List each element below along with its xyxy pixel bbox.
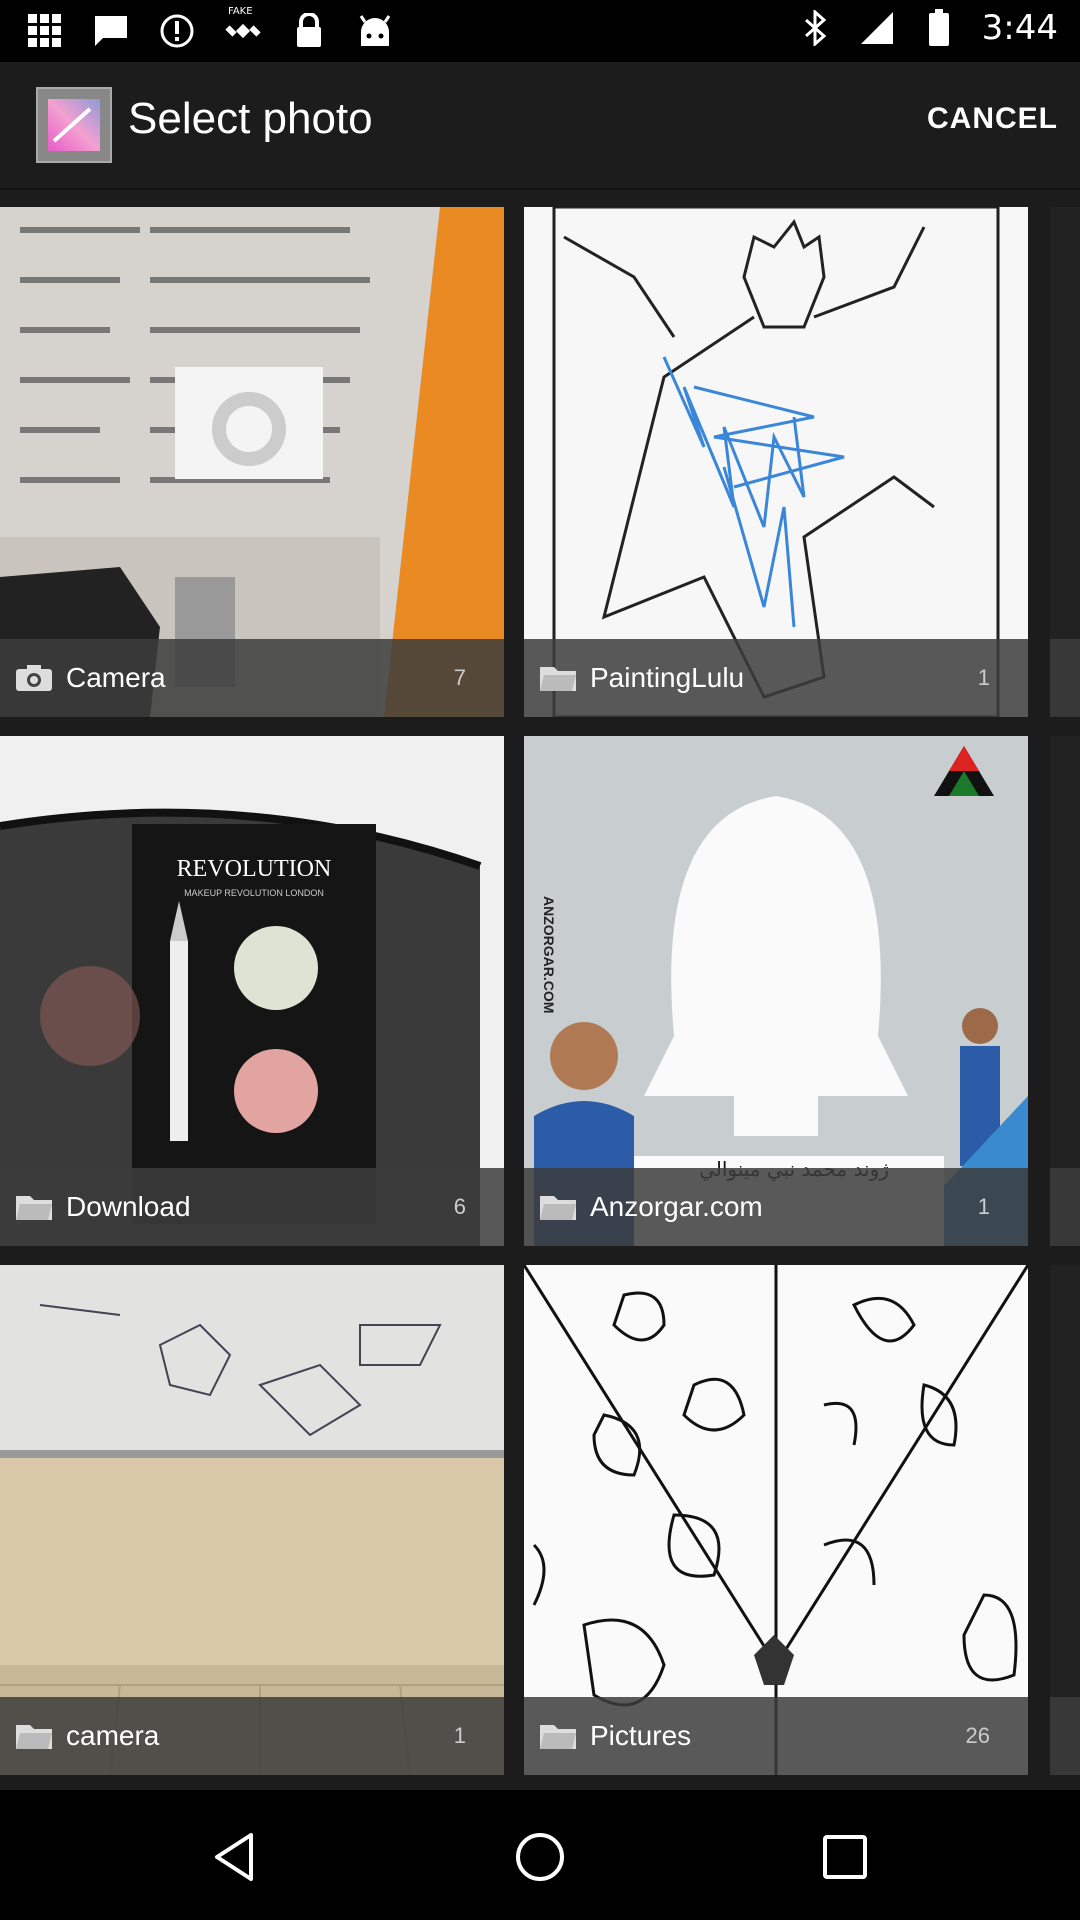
album-tile-anzorgar[interactable]: ANZORGAR.COM ژوند محمد نبي مينوالي Anzor… <box>524 736 1028 1246</box>
lock-icon <box>290 12 328 50</box>
album-label: Anzorgar.com 1 <box>524 1168 1028 1246</box>
album-tile-pictures[interactable]: Pictures 26 <box>524 1265 1028 1775</box>
album-tile-partial[interactable] <box>1050 1265 1080 1775</box>
album-name: Anzorgar.com <box>590 1191 763 1222</box>
album-tile-paintinglulu[interactable]: PaintingLulu 1 <box>524 207 1028 717</box>
album-tile-camera[interactable]: Camera 7 <box>0 207 504 717</box>
album-count: 1 <box>453 1723 466 1748</box>
clock: 3:44 <box>981 8 1058 48</box>
brand-subtext: MAKEUP REVOLUTION LONDON <box>184 888 324 898</box>
signal-icon <box>858 9 896 47</box>
side-text: ANZORGAR.COM <box>541 896 557 1013</box>
album-label: camera 1 <box>0 1697 504 1775</box>
home-icon <box>516 1833 564 1881</box>
status-bar: FAKE 3:44 <box>0 0 1080 62</box>
album-label: Pictures 26 <box>524 1697 1028 1775</box>
app-bar: Select photo CANCEL <box>0 62 1080 188</box>
album-name: Camera <box>66 662 166 693</box>
album-name: PaintingLulu <box>590 662 745 693</box>
folder-icon <box>16 1196 52 1220</box>
divider <box>0 188 1080 190</box>
album-tile-partial[interactable] <box>1050 207 1080 717</box>
album-count: 1 <box>977 1194 990 1219</box>
album-count: 26 <box>965 1723 990 1748</box>
album-label: Camera 7 <box>0 639 504 717</box>
satellite-badge: FAKE <box>228 6 253 17</box>
album-tile-camera-lowercase[interactable]: camera 1 <box>0 1265 504 1775</box>
back-icon <box>215 1833 253 1881</box>
recents-button[interactable] <box>800 1812 890 1902</box>
album-count: 7 <box>453 665 466 690</box>
album-label: PaintingLulu 1 <box>524 639 1028 717</box>
bluetooth-icon <box>796 9 834 47</box>
album-count: 1 <box>977 665 990 690</box>
folder-icon <box>540 667 576 691</box>
navigation-bar <box>0 1790 1080 1920</box>
back-button[interactable] <box>190 1812 280 1902</box>
album-name: Pictures <box>590 1720 692 1751</box>
album-name: Download <box>66 1191 191 1222</box>
album-tile-partial[interactable] <box>1050 736 1080 1246</box>
gallery-app-icon <box>36 87 112 163</box>
album-tile-download[interactable]: REVOLUTION MAKEUP REVOLUTION LONDON Down… <box>0 736 504 1246</box>
album-name: camera <box>66 1720 160 1751</box>
battery-icon <box>920 9 958 47</box>
album-label <box>1050 1168 1080 1246</box>
folder-icon <box>540 1725 576 1749</box>
folder-icon <box>540 1196 576 1220</box>
recents-icon <box>823 1835 867 1879</box>
album-label <box>1050 639 1080 717</box>
home-button[interactable] <box>495 1812 585 1902</box>
message-icon <box>92 12 130 50</box>
camera-icon <box>16 665 52 691</box>
album-grid[interactable]: Camera 7 PaintingLulu 1 REVOLUTION MAKEU… <box>0 207 1080 1775</box>
album-label <box>1050 1697 1080 1775</box>
satellite-icon: FAKE <box>224 6 262 50</box>
album-count: 6 <box>453 1194 466 1219</box>
folder-icon <box>16 1725 52 1749</box>
page-title: Select photo <box>128 94 373 143</box>
alert-icon <box>158 12 196 50</box>
android-icon <box>356 12 394 50</box>
brand-text: REVOLUTION <box>177 856 332 882</box>
cancel-button[interactable]: CANCEL <box>927 102 1058 136</box>
album-label: Download 6 <box>0 1168 504 1246</box>
app-grid-icon <box>26 12 64 50</box>
